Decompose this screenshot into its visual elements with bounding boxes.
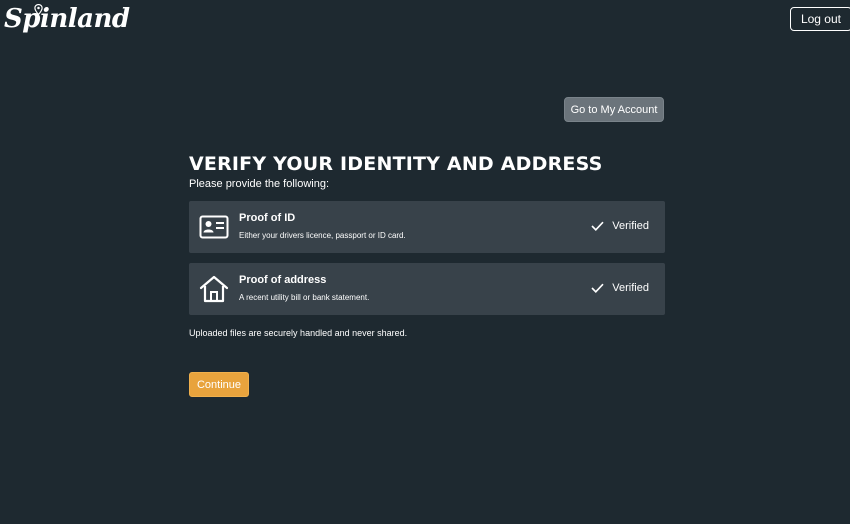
verification-panel: VERIFY YOUR IDENTITY AND ADDRESS Please … [189, 152, 665, 397]
card-title: Proof of ID [239, 212, 296, 224]
card-description: A recent utility bill or bank statement. [239, 293, 370, 302]
verification-page: Spinland Log out Go to My Account VERIFY… [0, 0, 850, 524]
status-label: Verified [612, 282, 649, 294]
check-icon [591, 221, 604, 231]
continue-button[interactable]: Continue [189, 372, 249, 397]
proof-of-id-card[interactable]: Proof of ID Either your drivers licence,… [189, 201, 665, 253]
house-icon [198, 274, 230, 304]
logout-button[interactable]: Log out [789, 7, 850, 31]
status-label: Verified [612, 220, 649, 232]
page-subtitle: Please provide the following: [189, 178, 330, 190]
spinland-logo[interactable]: Spinland [4, 2, 130, 36]
go-to-my-account-button[interactable]: Go to My Account [564, 97, 664, 122]
page-title: VERIFY YOUR IDENTITY AND ADDRESS [189, 153, 603, 175]
brand-name: Spinland [4, 4, 130, 34]
verified-status: Verified [591, 282, 649, 294]
card-description: Either your drivers licence, passport or… [239, 231, 406, 240]
verified-status: Verified [591, 220, 649, 232]
id-card-icon [198, 212, 230, 242]
check-icon [591, 283, 604, 293]
security-note: Uploaded files are securely handled and … [189, 328, 408, 338]
card-title: Proof of address [239, 274, 327, 286]
map-pin-icon [34, 4, 43, 15]
proof-of-address-card[interactable]: Proof of address A recent utility bill o… [189, 263, 665, 315]
